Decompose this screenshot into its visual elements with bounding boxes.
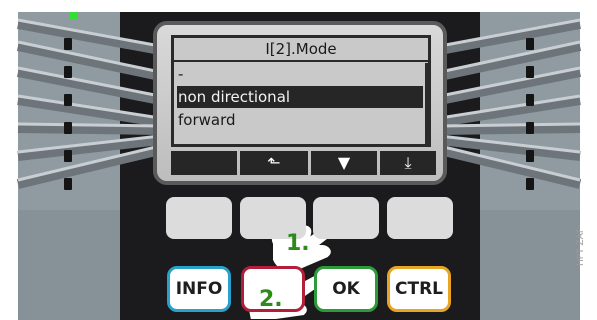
step-1-label: 1. <box>286 231 310 256</box>
ok-button[interactable]: OK <box>314 266 378 312</box>
lcd-display: I[2].Mode - non directional forward ⬑ ▼ … <box>153 21 447 185</box>
parameter-title: I[2].Mode <box>174 38 428 62</box>
watermark-text: HPT ZAF <box>576 227 586 266</box>
parent-up-icon[interactable]: ⬑ <box>240 151 308 175</box>
info-button[interactable]: INFO <box>167 266 231 312</box>
step-2-label: 2. <box>259 287 283 312</box>
status-led-icon <box>70 12 78 20</box>
option-non-directional-selected[interactable]: non directional <box>177 86 423 108</box>
function-key-1[interactable] <box>166 197 232 239</box>
function-key-4[interactable] <box>387 197 453 239</box>
option-dash[interactable]: - <box>177 63 423 85</box>
arrow-down-icon[interactable]: ▼ <box>311 151 377 175</box>
function-key-3[interactable] <box>313 197 379 239</box>
lcd-scrollbar <box>425 63 429 145</box>
softkey-1[interactable] <box>171 151 237 175</box>
device-front-panel: I[2].Mode - non directional forward ⬑ ▼ … <box>0 0 597 320</box>
option-forward[interactable]: forward <box>177 109 423 131</box>
lcd-screen: I[2].Mode - non directional forward <box>171 35 431 147</box>
ctrl-button[interactable]: CTRL <box>387 266 451 312</box>
page-down-icon[interactable]: ⤓ <box>380 151 436 175</box>
